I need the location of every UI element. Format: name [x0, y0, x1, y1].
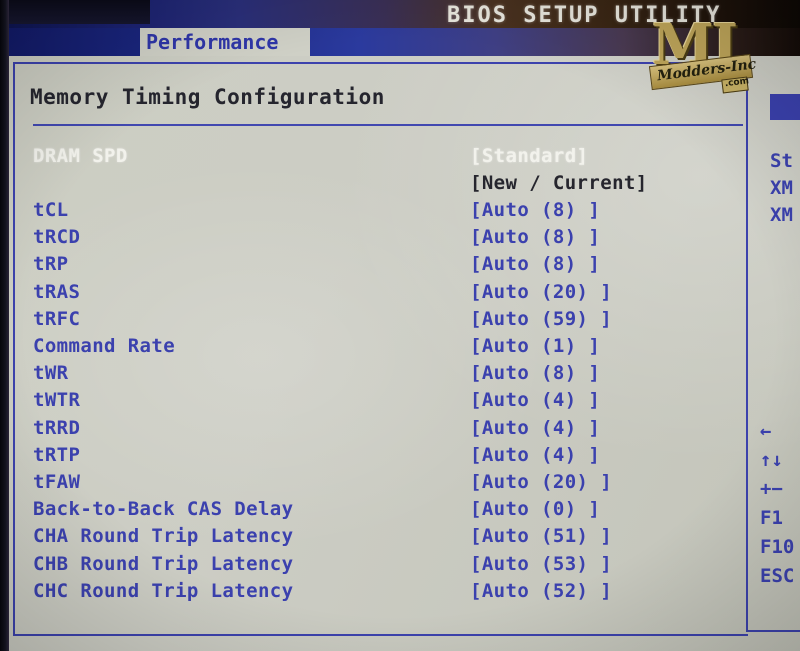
timing-value[interactable]: [Auto (52) ] [470, 580, 612, 602]
page-title: Memory Timing Configuration [30, 85, 385, 109]
timing-label: tRP [33, 253, 69, 276]
key-legend-item: ← [760, 420, 772, 442]
timing-label: tWR [33, 362, 69, 385]
timing-label: tRTP [33, 443, 81, 466]
timing-value[interactable]: [Auto (1) ] [470, 335, 600, 357]
timing-value[interactable]: [Auto (53) ] [470, 553, 612, 575]
timing-label: tCL [33, 199, 69, 221]
timing-label: tRAS [33, 280, 81, 303]
key-legend-item: F10 [760, 536, 795, 558]
timing-label: tFAW [33, 471, 81, 493]
bios-screen-photo: BIOS SETUP UTILITY Performance Memory Ti… [0, 0, 800, 651]
column-header-new-current: [New / Current] [470, 172, 648, 194]
timing-label: tRCD [33, 226, 81, 249]
timing-label: CHB Round Trip Latency [33, 552, 294, 575]
timing-label: tRFC [33, 307, 81, 330]
timing-value[interactable]: [Auto (8) ] [470, 226, 600, 248]
key-legend-item: ↑↓ [760, 449, 783, 471]
dram-spd-value[interactable]: [Standard] [470, 145, 588, 167]
timing-value[interactable]: [Auto (8) ] [470, 199, 600, 221]
timing-value[interactable]: [Auto (0) ] [470, 498, 600, 520]
spd-option-item[interactable]: XM [770, 204, 793, 226]
timing-value[interactable]: [Auto (20) ] [470, 471, 612, 493]
timing-value[interactable]: [Auto (51) ] [470, 525, 612, 547]
spd-option-item[interactable]: St [770, 150, 793, 172]
key-legend-item: +− [760, 478, 783, 500]
timing-label: Back-to-Back CAS Delay [33, 498, 294, 521]
key-legend-item: F1 [760, 507, 783, 529]
monitor-bezel-left [0, 0, 9, 651]
timing-value[interactable]: [Auto (59) ] [470, 308, 612, 330]
timing-label: tWTR [33, 389, 81, 412]
dram-spd-label: DRAM SPD [33, 145, 128, 167]
timing-label: tRRD [33, 416, 81, 439]
monitor-bezel-topleft [0, 0, 150, 24]
key-legend-item: ESC [760, 565, 795, 587]
timing-label: CHC Round Trip Latency [33, 579, 294, 602]
content-layer: Memory Timing Configuration DRAM SPD [St… [0, 0, 800, 651]
title-separator-rule [33, 124, 743, 126]
timing-value[interactable]: [Auto (8) ] [470, 253, 600, 275]
timing-value[interactable]: [Auto (4) ] [470, 417, 600, 439]
timing-value[interactable]: [Auto (4) ] [470, 389, 600, 411]
timing-label: CHA Round Trip Latency [33, 525, 294, 548]
spd-option-item[interactable]: XM [770, 177, 793, 199]
modders-inc-watermark: M I Modders-Inc .com [648, 8, 757, 94]
watermark-com-text: .com [724, 76, 750, 90]
timing-value[interactable]: [Auto (4) ] [470, 444, 600, 466]
watermark-com-badge: .com [721, 76, 750, 94]
timing-value[interactable]: [Auto (8) ] [470, 362, 600, 384]
timing-value[interactable]: [Auto (20) ] [470, 281, 612, 303]
timing-label: Command Rate [33, 335, 176, 357]
spd-options-popup-highlight[interactable] [770, 94, 800, 120]
